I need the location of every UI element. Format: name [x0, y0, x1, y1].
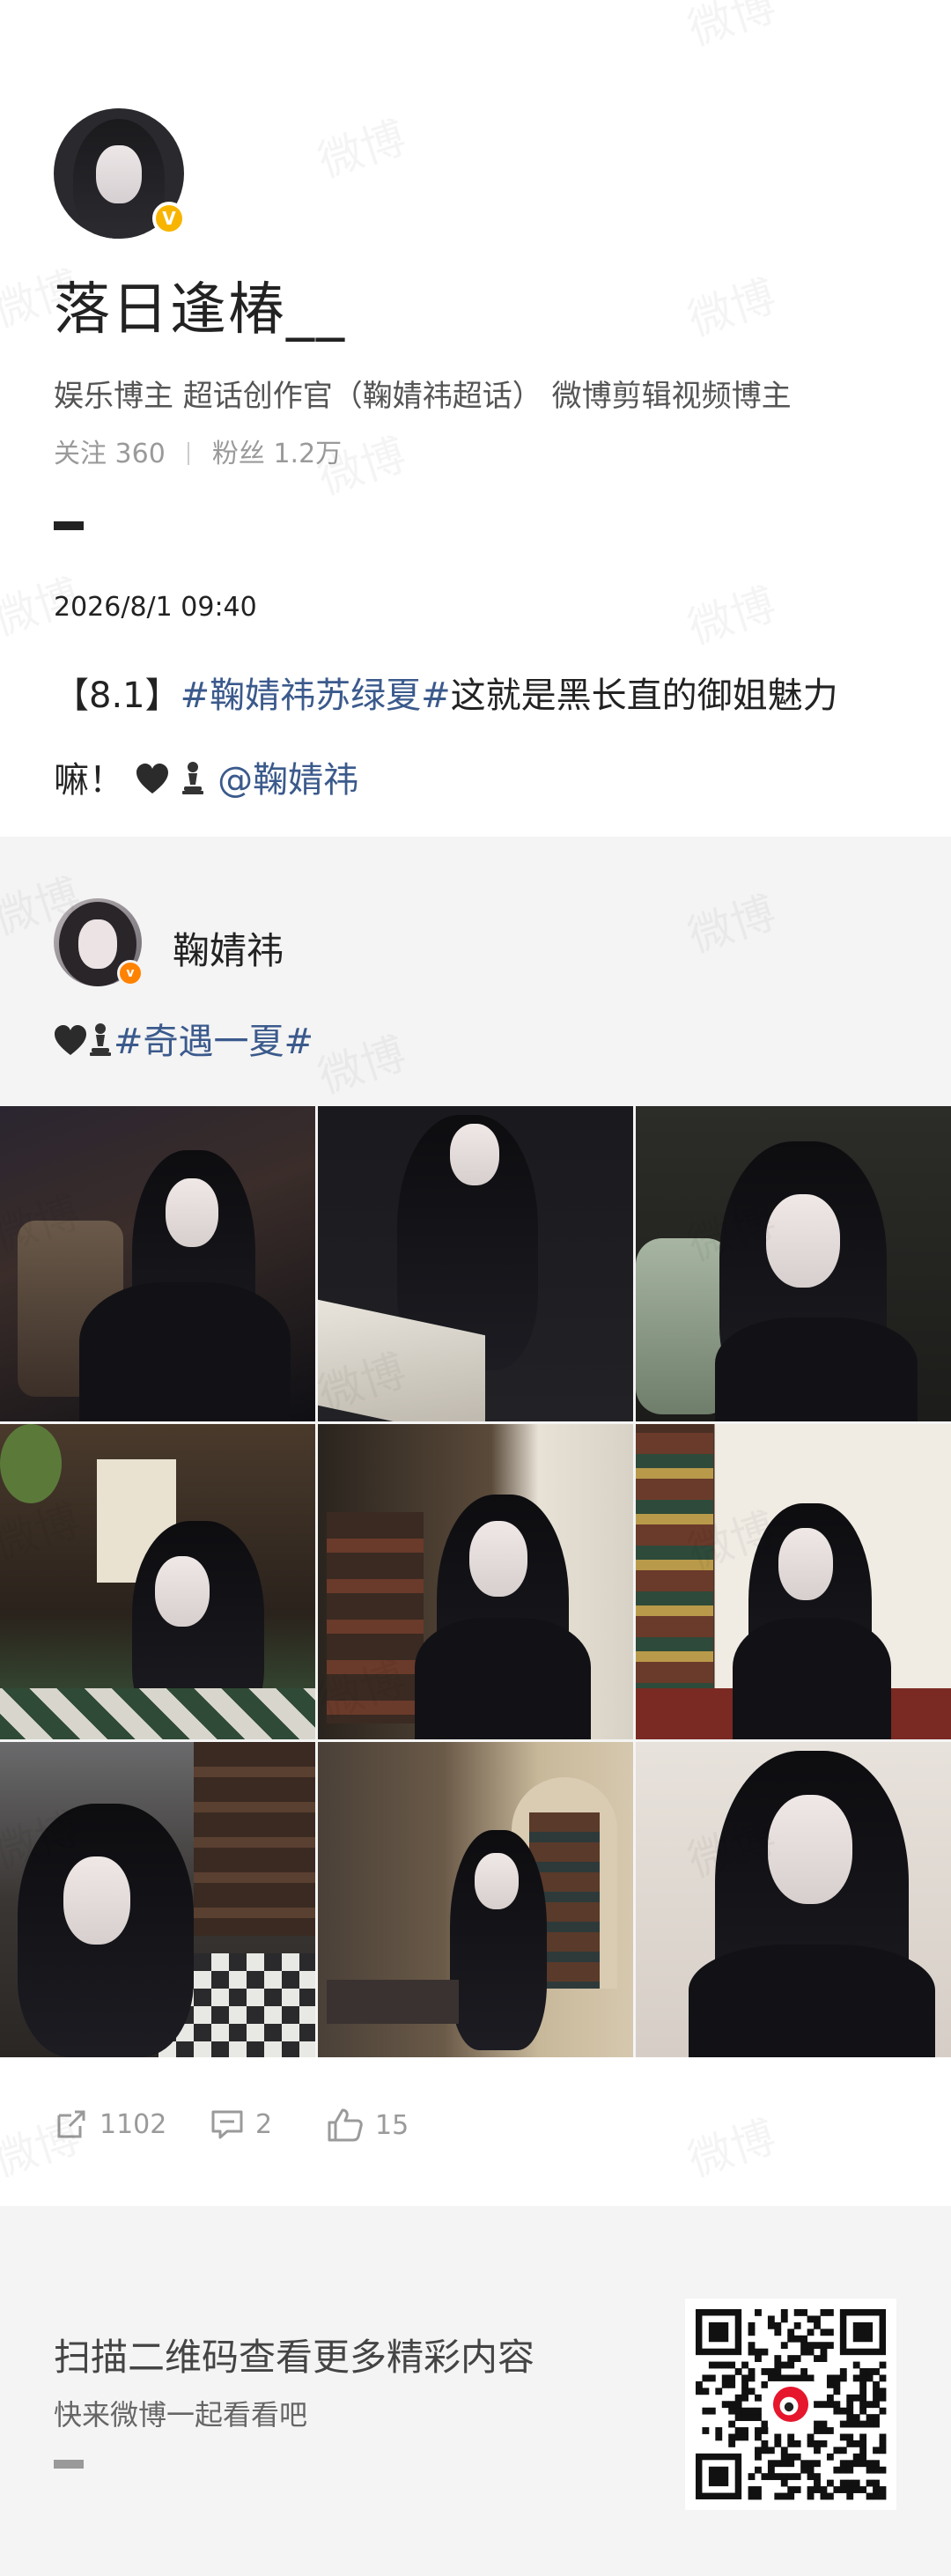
verified-badge-icon: V — [152, 202, 186, 235]
footer-dash — [54, 2460, 84, 2469]
author-username[interactable]: 落日逢椿__ — [54, 264, 346, 345]
comment-icon — [211, 2110, 243, 2139]
qr-code-image — [696, 2309, 887, 2500]
qr-code[interactable] — [685, 2299, 896, 2510]
post-timestamp: 2026/8/1 09:40 — [54, 592, 257, 623]
image-tile-7[interactable] — [0, 1742, 315, 2057]
black-heart-icon — [136, 742, 169, 826]
footer-subtitle: 快来微博一起看看吧 — [54, 2398, 308, 2432]
image-tile-4[interactable] — [0, 1424, 315, 1739]
like-button[interactable]: 15 — [326, 2107, 409, 2144]
author-avatar[interactable]: V — [54, 108, 186, 239]
image-tile-2[interactable] — [318, 1106, 633, 1421]
comment-button[interactable]: 2 — [210, 2107, 272, 2142]
following-count: 360 — [114, 439, 166, 469]
divider-dash — [54, 521, 84, 530]
repost-button[interactable]: 1102 — [54, 2107, 166, 2142]
thumbs-up-icon — [328, 2108, 363, 2142]
reposted-author-avatar[interactable]: v — [54, 898, 144, 986]
image-tile-5[interactable] — [318, 1424, 633, 1739]
reposted-text: #奇遇一夏# — [54, 1013, 313, 1066]
followers-label: 粉丝 — [211, 439, 265, 469]
post-header: V 落日逢椿__ 娱乐博主 超话创作官（鞠婧祎超话） 微博剪辑视频博主 关注 3… — [0, 0, 951, 837]
chess-pawn-icon — [87, 1022, 114, 1066]
image-tile-8[interactable] — [318, 1742, 633, 2057]
like-count: 15 — [375, 2109, 409, 2141]
followers-count: 1.2万 — [273, 439, 343, 469]
post-text: 【8.1】#鞠婧祎苏绿夏#这就是黑长直的御姐魅力嘛！ @鞠婧祎 — [54, 653, 899, 826]
post-text-prefix: 【8.1】 — [54, 675, 181, 716]
image-tile-6[interactable] — [636, 1424, 951, 1739]
chess-pawn-icon — [180, 742, 206, 826]
post-action-bar: 1102 2 15 — [0, 2057, 951, 2206]
post-topic-link[interactable]: #鞠婧祎苏绿夏# — [181, 675, 451, 716]
stats-divider — [188, 442, 190, 465]
reposted-content: v 鞠婧祎 #奇遇一夏# 1102 2 15 — [0, 837, 951, 2206]
qr-footer: 扫描二维码查看更多精彩内容 快来微博一起看看吧 — [0, 2206, 951, 2576]
repost-count: 1102 — [100, 2108, 167, 2140]
comment-count: 2 — [255, 2108, 273, 2140]
author-bio: 娱乐博主 超话创作官（鞠婧祎超话） 微博剪辑视频博主 — [54, 379, 792, 414]
verified-badge-icon: v — [117, 960, 144, 986]
share-icon — [57, 2110, 85, 2138]
mention-link[interactable]: @鞠婧祎 — [217, 760, 358, 801]
black-heart-icon — [54, 1025, 87, 1066]
image-tile-9[interactable] — [636, 1742, 951, 2057]
following-label: 关注 — [54, 439, 107, 469]
reposted-author-name[interactable]: 鞠婧祎 — [173, 921, 284, 975]
author-stats: 关注 360 粉丝 1.2万 — [54, 432, 342, 470]
footer-title: 扫描二维码查看更多精彩内容 — [54, 2336, 535, 2379]
image-grid — [0, 1106, 951, 2057]
image-tile-3[interactable] — [636, 1106, 951, 1421]
image-tile-1[interactable] — [0, 1106, 315, 1421]
reposted-topic-link[interactable]: #奇遇一夏# — [114, 1022, 313, 1062]
